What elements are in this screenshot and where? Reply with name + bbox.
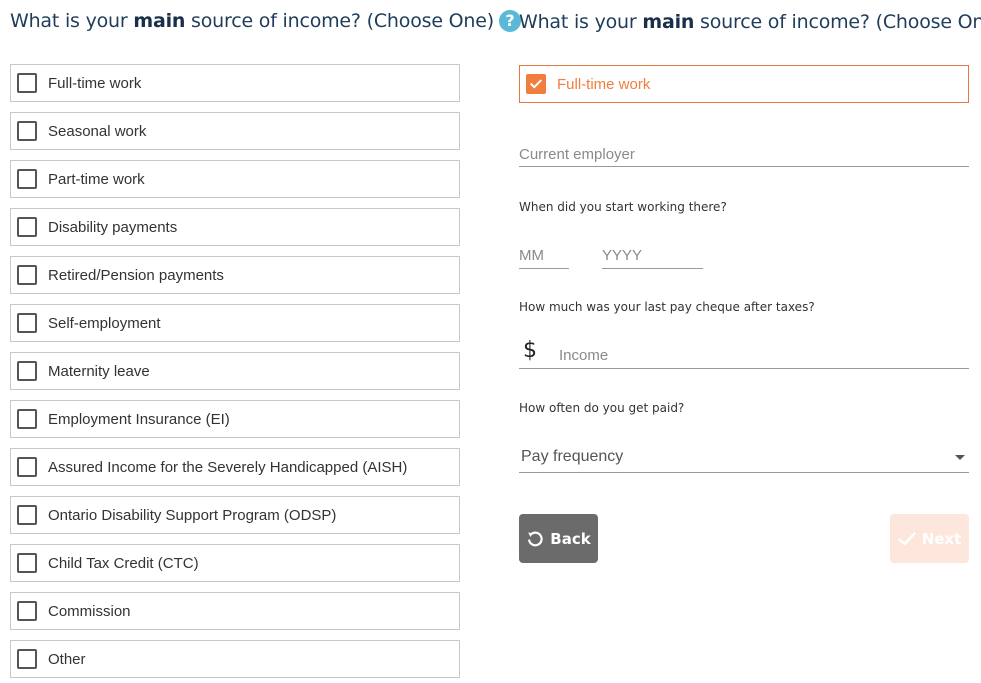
option-item[interactable]: Maternity leave (10, 352, 460, 390)
option-label: Part-time work (48, 170, 145, 188)
option-item[interactable]: Part-time work (10, 160, 460, 198)
option-label: Self-employment (48, 314, 161, 332)
option-item[interactable]: Commission (10, 592, 460, 630)
option-item[interactable]: Ontario Disability Support Program (ODSP… (10, 496, 460, 534)
pay-frequency-value: Pay frequency (521, 448, 624, 465)
pay-amount-label: How much was your last pay cheque after … (519, 300, 815, 314)
back-button[interactable]: Back (519, 514, 598, 563)
checkbox-icon[interactable] (17, 313, 37, 333)
checkbox-icon[interactable] (17, 649, 37, 669)
option-label: Full-time work (557, 75, 651, 93)
option-item[interactable]: Disability payments (10, 208, 460, 246)
option-item[interactable]: Full-time work (10, 64, 460, 102)
option-label: Commission (48, 602, 131, 620)
option-label: Retired/Pension payments (48, 266, 224, 284)
option-label: Assured Income for the Severely Handicap… (48, 458, 408, 476)
question-title: What is your main source of income? (Cho… (519, 11, 981, 33)
selected-option-full-time-work[interactable]: Full-time work (519, 65, 969, 103)
option-item[interactable]: Retired/Pension payments (10, 256, 460, 294)
start-month-input[interactable] (519, 242, 569, 269)
option-item[interactable]: Assured Income for the Severely Handicap… (10, 448, 460, 486)
undo-arrow-icon (528, 531, 543, 546)
checkbox-icon[interactable] (17, 601, 37, 621)
option-item[interactable]: Other (10, 640, 460, 678)
next-button-label: Next (921, 529, 962, 548)
next-button[interactable]: Next (890, 514, 969, 563)
checkmark-icon (898, 531, 916, 545)
question-title: What is your main source of income? (Cho… (10, 10, 521, 32)
option-item[interactable]: Employment Insurance (EI) (10, 400, 460, 438)
pay-frequency-label: How often do you get paid? (519, 401, 685, 415)
option-item[interactable]: Self-employment (10, 304, 460, 342)
back-button-label: Back (550, 529, 591, 548)
checkbox-icon[interactable] (17, 409, 37, 429)
start-year-input[interactable] (602, 242, 703, 269)
checkbox-icon[interactable] (17, 217, 37, 237)
checkbox-icon[interactable] (17, 361, 37, 381)
checkbox-icon[interactable] (17, 73, 37, 93)
option-label: Child Tax Credit (CTC) (48, 554, 199, 572)
option-label: Other (48, 650, 86, 668)
option-label: Full-time work (48, 74, 142, 92)
current-employer-input[interactable] (519, 142, 969, 167)
option-label: Employment Insurance (EI) (48, 410, 230, 428)
option-item[interactable]: Child Tax Credit (CTC) (10, 544, 460, 582)
checkbox-icon[interactable] (17, 457, 37, 477)
option-label: Ontario Disability Support Program (ODSP… (48, 506, 337, 524)
option-item[interactable]: Seasonal work (10, 112, 460, 150)
checkbox-icon[interactable] (17, 169, 37, 189)
income-input[interactable] (519, 342, 969, 369)
checkbox-icon[interactable] (17, 265, 37, 285)
checkbox-icon[interactable] (17, 505, 37, 525)
caret-down-icon (955, 455, 965, 460)
checkbox-icon[interactable] (17, 121, 37, 141)
option-label: Maternity leave (48, 362, 150, 380)
pay-frequency-select[interactable]: Pay frequency (519, 444, 969, 473)
help-icon[interactable]: ? (498, 10, 521, 32)
option-label: Seasonal work (48, 122, 147, 140)
start-date-label: When did you start working there? (519, 200, 727, 214)
option-label: Disability payments (48, 218, 178, 236)
checkbox-icon[interactable] (17, 553, 37, 573)
checkmark-icon (529, 76, 543, 89)
checkbox-checked-icon[interactable] (526, 74, 546, 94)
